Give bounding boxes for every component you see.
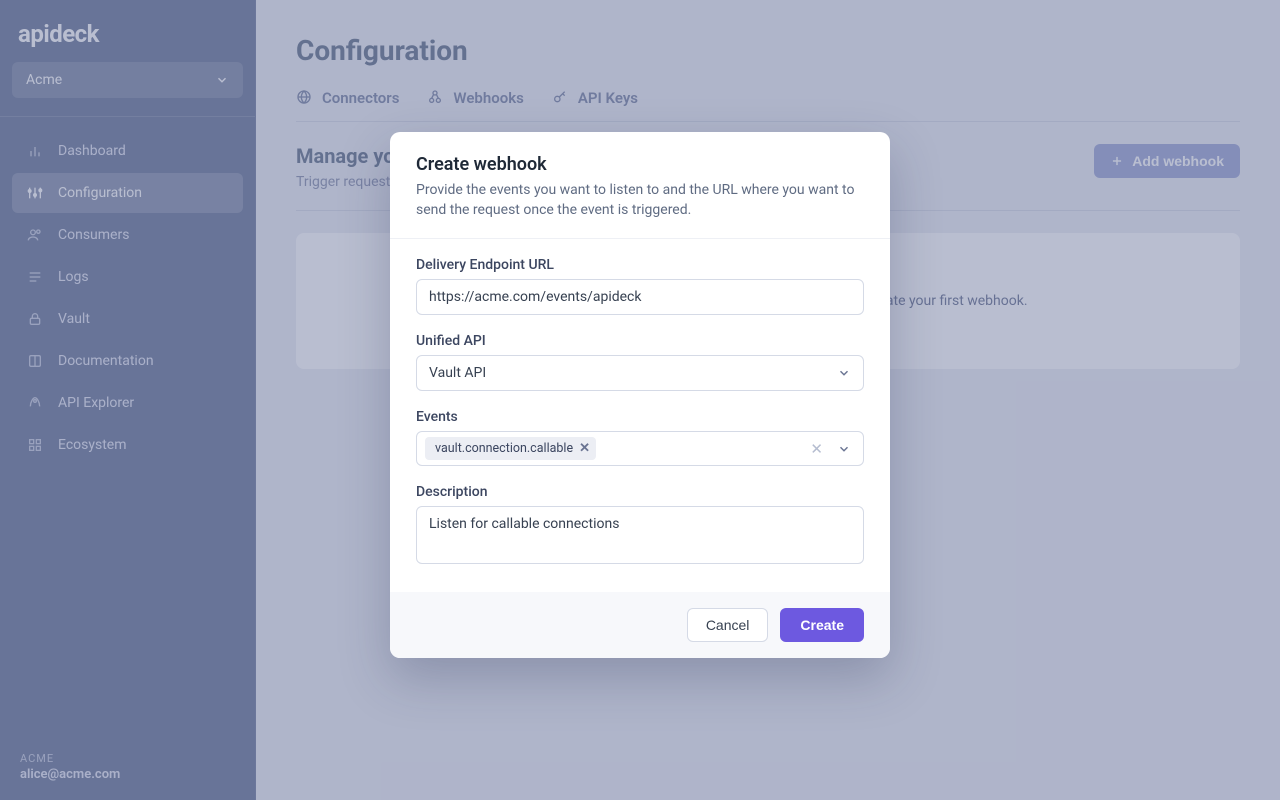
- modal-body: Delivery Endpoint URL Unified API Vault …: [390, 239, 890, 592]
- chevron-down-icon: [837, 366, 851, 380]
- events-multiselect[interactable]: vault.connection.callable ✕ ✕: [416, 431, 864, 466]
- field-delivery-url: Delivery Endpoint URL: [416, 257, 864, 315]
- modal-overlay[interactable]: Create webhook Provide the events you wa…: [0, 0, 1280, 800]
- select-value: Vault API: [429, 365, 486, 381]
- modal-header: Create webhook Provide the events you wa…: [390, 132, 890, 239]
- tag-label: vault.connection.callable: [435, 441, 573, 456]
- modal-footer: Cancel Create: [390, 592, 890, 658]
- field-label: Description: [416, 484, 864, 500]
- field-events: Events vault.connection.callable ✕ ✕: [416, 409, 864, 466]
- field-label: Events: [416, 409, 864, 425]
- cancel-button[interactable]: Cancel: [687, 608, 769, 642]
- modal-subtitle: Provide the events you want to listen to…: [416, 181, 864, 220]
- delivery-url-input[interactable]: [416, 279, 864, 315]
- create-button[interactable]: Create: [780, 608, 864, 642]
- field-unified-api: Unified API Vault API: [416, 333, 864, 391]
- create-webhook-modal: Create webhook Provide the events you wa…: [390, 132, 890, 658]
- field-description: Description: [416, 484, 864, 568]
- event-tag: vault.connection.callable ✕: [425, 437, 596, 460]
- clear-all-icon[interactable]: ✕: [806, 440, 827, 458]
- unified-api-select[interactable]: Vault API: [416, 355, 864, 391]
- chevron-down-icon[interactable]: [833, 442, 855, 456]
- remove-tag-icon[interactable]: ✕: [579, 441, 590, 456]
- field-label: Unified API: [416, 333, 864, 349]
- field-label: Delivery Endpoint URL: [416, 257, 864, 273]
- modal-title: Create webhook: [416, 154, 864, 175]
- description-textarea[interactable]: [416, 506, 864, 564]
